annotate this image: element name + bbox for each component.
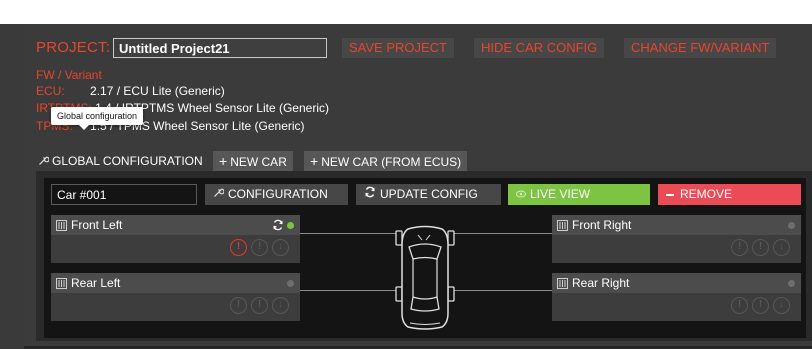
sync-icon	[364, 184, 376, 205]
remove-button[interactable]: REMOVE	[658, 184, 801, 205]
live-view-button[interactable]: LIVE VIEW	[508, 184, 650, 205]
wheel-name: Rear Left	[71, 276, 121, 290]
alert-icon: !	[731, 297, 748, 314]
status-dot	[788, 280, 795, 287]
car-panel: CONFIGURATION UPDATE CONFIG LIVE VIEW RE…	[36, 171, 812, 341]
wheel-card-header: Rear Right	[552, 273, 801, 293]
hide-car-config-button[interactable]: HIDE CAR CONFIG	[474, 38, 605, 58]
project-name-input[interactable]	[113, 38, 327, 58]
download-icon: ↓	[272, 239, 289, 256]
info-icon: !	[752, 297, 769, 314]
minus-icon	[666, 194, 674, 196]
wheel-card-header: Front Right	[552, 215, 801, 235]
save-project-button[interactable]: SAVE PROJECT	[342, 38, 455, 58]
fw-key: ECU:	[36, 84, 65, 98]
wheel-name: Rear Right	[572, 276, 630, 290]
wheel-card-rear-left[interactable]: Rear Left ! ! ↓	[51, 273, 300, 321]
download-icon: ↓	[773, 239, 790, 256]
plus-icon: +	[219, 153, 228, 169]
tab-new-car-from-ecus[interactable]: + NEW CAR (FROM ECUS)	[304, 151, 468, 171]
status-dot	[287, 280, 294, 287]
global-config-tooltip: Global configuration	[51, 107, 144, 130]
tab-global-configuration[interactable]: GLOBAL CONFIGURATION	[36, 151, 209, 171]
status-dot	[287, 222, 294, 229]
download-icon: ↓	[773, 297, 790, 314]
eye-icon	[516, 184, 526, 205]
front-left-wire	[299, 233, 399, 234]
fw-value: 2.17 / ECU Lite (Generic)	[90, 84, 225, 98]
car-top-view-icon	[392, 225, 458, 340]
top-strip	[0, 0, 812, 24]
button-label: LIVE VIEW	[530, 187, 591, 201]
car-name-input[interactable]	[51, 184, 197, 205]
info-icon: !	[251, 297, 268, 314]
sensor-icon	[56, 220, 67, 234]
sensor-icon	[557, 278, 568, 292]
change-fw-variant-button[interactable]: CHANGE FW/VARIANT	[624, 38, 777, 58]
wheel-name: Front Right	[572, 218, 632, 232]
sensor-icon	[56, 278, 67, 292]
front-right-wire	[448, 233, 552, 234]
download-icon: ↓	[272, 297, 289, 314]
wheel-card-header: Rear Left	[51, 273, 300, 293]
sync-icon	[272, 219, 284, 234]
fw-variant-title: FW / Variant	[36, 68, 102, 82]
wheel-card-front-left[interactable]: Front Left ! ! ↓	[51, 215, 300, 263]
tab-label: NEW CAR	[230, 155, 287, 169]
wheel-card-front-right[interactable]: Front Right ! ! ↓	[552, 215, 801, 263]
wrench-icon	[38, 152, 50, 172]
button-label: CONFIGURATION	[228, 187, 328, 201]
update-config-button[interactable]: UPDATE CONFIG	[356, 184, 501, 205]
tab-label: GLOBAL CONFIGURATION	[52, 154, 203, 168]
rear-right-wire	[448, 290, 552, 291]
rear-left-wire	[299, 290, 399, 291]
car-config-area: CONFIGURATION UPDATE CONFIG LIVE VIEW RE…	[44, 178, 806, 338]
wheel-name: Front Left	[71, 218, 123, 232]
configuration-button[interactable]: CONFIGURATION	[205, 184, 348, 205]
plus-icon: +	[310, 153, 319, 169]
alert-icon: !	[230, 297, 247, 314]
info-icon: !	[752, 239, 769, 256]
wheel-card-rear-right[interactable]: Rear Right ! ! ↓	[552, 273, 801, 321]
alert-icon: !	[731, 239, 748, 256]
project-label: PROJECT:	[36, 39, 111, 56]
tab-new-car[interactable]: + NEW CAR	[213, 151, 293, 171]
wrench-icon	[213, 184, 225, 205]
sensor-icon	[557, 220, 568, 234]
button-label: REMOVE	[680, 187, 733, 201]
tab-label: NEW CAR (FROM ECUS)	[321, 155, 462, 169]
fw-row-ecu: ECU: 2.17 / ECU Lite (Generic)	[36, 84, 225, 98]
button-label: UPDATE CONFIG	[380, 187, 478, 201]
info-icon: !	[251, 239, 268, 256]
alert-icon: !	[230, 239, 247, 256]
app-window: PROJECT: SAVE PROJECT HIDE CAR CONFIG CH…	[24, 24, 812, 349]
wheel-card-header: Front Left	[51, 215, 300, 235]
status-dot	[788, 222, 795, 229]
